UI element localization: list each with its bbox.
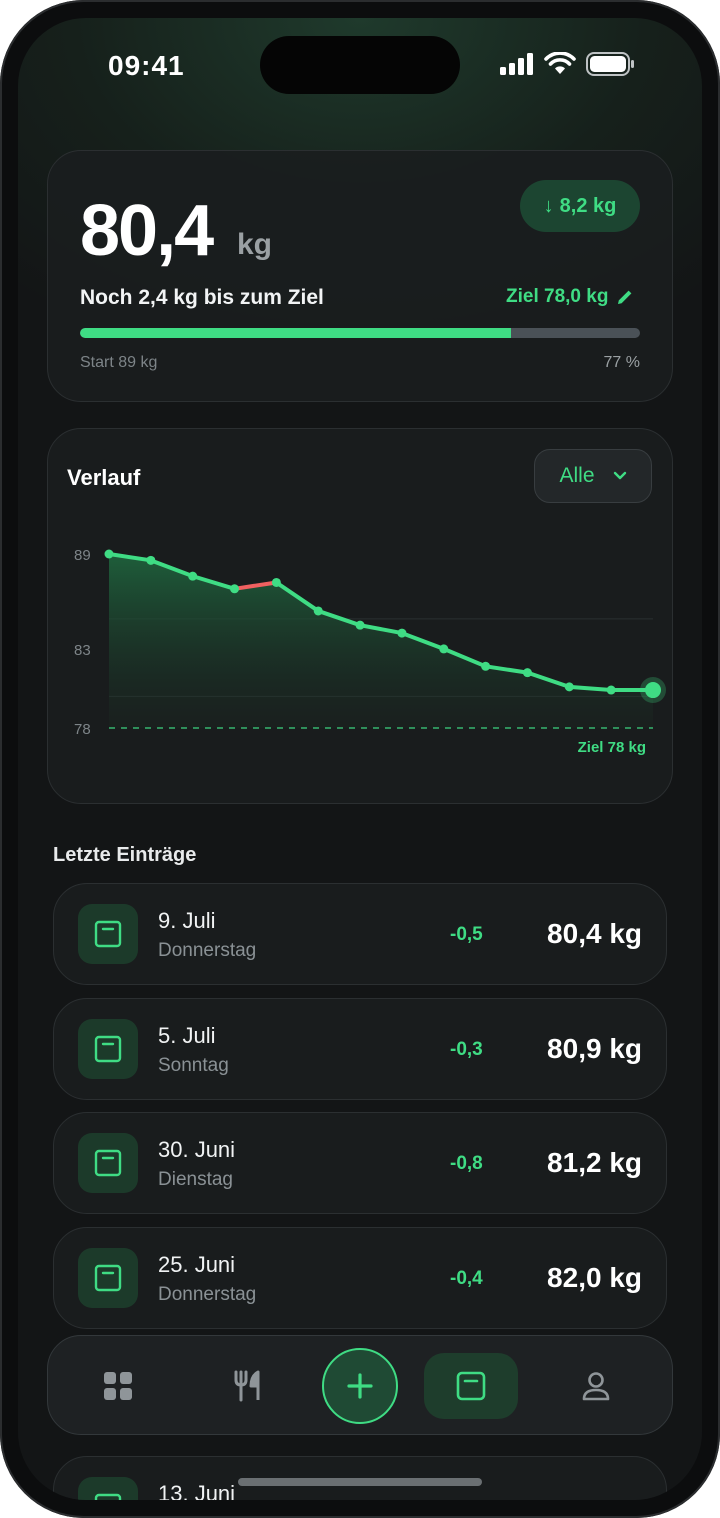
scale-icon: [94, 1493, 122, 1500]
data-point: [230, 584, 240, 594]
arrow-down-icon: ↓: [543, 194, 554, 217]
data-point: [439, 644, 449, 654]
data-point: [146, 555, 156, 565]
data-point: [397, 628, 407, 638]
data-point: [104, 549, 114, 559]
entry-diff: -0,5: [450, 924, 483, 945]
entry-row[interactable]: 9. Juli Donnerstag -0,5 80,4 kg: [53, 883, 667, 985]
battery-icon: [586, 52, 634, 76]
edit-goal-link[interactable]: Ziel 78,0 kg: [506, 286, 634, 308]
goal-line-label: Ziel 78 kg: [578, 739, 646, 756]
data-point: [188, 571, 198, 581]
pencil-icon: [618, 290, 632, 304]
y-tick-label: 89: [74, 547, 91, 564]
entry-weekday: Dienstag: [158, 1169, 233, 1190]
weight-chart: 89 83 78 Ziel 78 kg: [74, 547, 666, 756]
y-tick-label: 83: [74, 642, 91, 659]
screen: 09:41 80,4 kg ↓ 8,2 kg Noch 2,4 kg bis z…: [18, 18, 702, 1500]
data-point: [606, 685, 616, 695]
entry-weekday: Sonntag: [158, 1055, 229, 1076]
scale-icon: [94, 1149, 122, 1177]
tab-profile[interactable]: [566, 1356, 626, 1416]
goal-link-label: Ziel 78,0 kg: [506, 286, 609, 307]
entry-value: 82,0 kg: [547, 1262, 642, 1293]
entry-row[interactable]: 25. Juni Donnerstag -0,4 82,0 kg: [53, 1227, 667, 1329]
home-indicator: [238, 1478, 482, 1486]
current-point: [645, 682, 661, 699]
entry-icon-box: [78, 1133, 138, 1193]
range-filter-button[interactable]: Alle: [534, 449, 652, 503]
entry-date: 9. Juli: [158, 908, 216, 933]
current-weight: 80,4: [80, 191, 214, 271]
recent-title: Letzte Einträge: [53, 844, 197, 866]
person-icon: [582, 1372, 610, 1401]
entry-date: 30. Juni: [158, 1137, 236, 1162]
tab-weight[interactable]: [424, 1353, 518, 1419]
scale-icon: [94, 1035, 122, 1063]
progress-percent: 77 %: [603, 354, 640, 371]
goal-progress-fill: [80, 328, 512, 338]
entry-diff: -0,8: [450, 1153, 483, 1174]
data-point: [271, 577, 281, 587]
scale-icon: [94, 920, 122, 948]
entry-diff: -0,4: [450, 1268, 483, 1289]
weight-unit: kg: [237, 228, 273, 261]
change-badge-value: 8,2 kg: [559, 194, 617, 217]
goal-progress-bar: [80, 328, 640, 338]
tab-bar: [47, 1335, 673, 1435]
y-tick-label: 78: [74, 721, 91, 738]
change-badge: ↓ 8,2 kg: [520, 180, 640, 232]
status-icons: [500, 52, 636, 76]
data-point: [564, 682, 574, 692]
start-label: Start 89 kg: [80, 354, 158, 371]
entry-value: 81,2 kg: [547, 1147, 642, 1178]
phone-frame: 09:41 80,4 kg ↓ 8,2 kg Noch 2,4 kg bis z…: [0, 0, 720, 1518]
data-point: [522, 668, 532, 678]
data-point: [481, 661, 491, 671]
entry-weekday: Donnerstag: [158, 1284, 257, 1305]
tab-nutrition[interactable]: [218, 1356, 278, 1416]
signal-icon: [500, 53, 533, 75]
entry-row[interactable]: 30. Juni Dienstag -0,8 81,2 kg: [53, 1112, 667, 1214]
entry-date: 25. Juni: [158, 1252, 236, 1277]
entry-icon-box: [78, 1477, 138, 1500]
dynamic-island: [260, 36, 460, 94]
scale-icon: [456, 1371, 486, 1401]
fork-knife-icon: [234, 1370, 260, 1402]
entry-date: 13. Juni: [158, 1481, 236, 1500]
entry-icon-box: [78, 904, 138, 964]
chart-title: Verlauf: [67, 465, 141, 490]
tab-dashboard[interactable]: [88, 1356, 148, 1416]
add-entry-button[interactable]: [322, 1348, 398, 1424]
data-point: [313, 606, 323, 616]
scale-icon: [94, 1264, 122, 1292]
entry-value: 80,4 kg: [547, 918, 642, 949]
wifi-icon: [544, 52, 576, 74]
chevron-down-icon: [613, 471, 626, 480]
entry-icon-box: [78, 1248, 138, 1308]
entry-row[interactable]: 5. Juli Sonntag -0,3 80,9 kg: [53, 998, 667, 1100]
data-point: [355, 620, 365, 630]
grid-icon: [104, 1372, 132, 1400]
entry-weekday: Donnerstag: [158, 940, 257, 961]
entry-diff: -0,3: [450, 1039, 483, 1060]
status-time: 09:41: [108, 50, 185, 81]
entry-value: 80,9 kg: [547, 1033, 642, 1064]
plus-icon: [347, 1373, 373, 1399]
filter-label: Alle: [559, 464, 595, 487]
entry-date: 5. Juli: [158, 1023, 216, 1048]
remaining-text: Noch 2,4 kg bis zum Ziel: [80, 286, 324, 309]
entry-icon-box: [78, 1019, 138, 1079]
